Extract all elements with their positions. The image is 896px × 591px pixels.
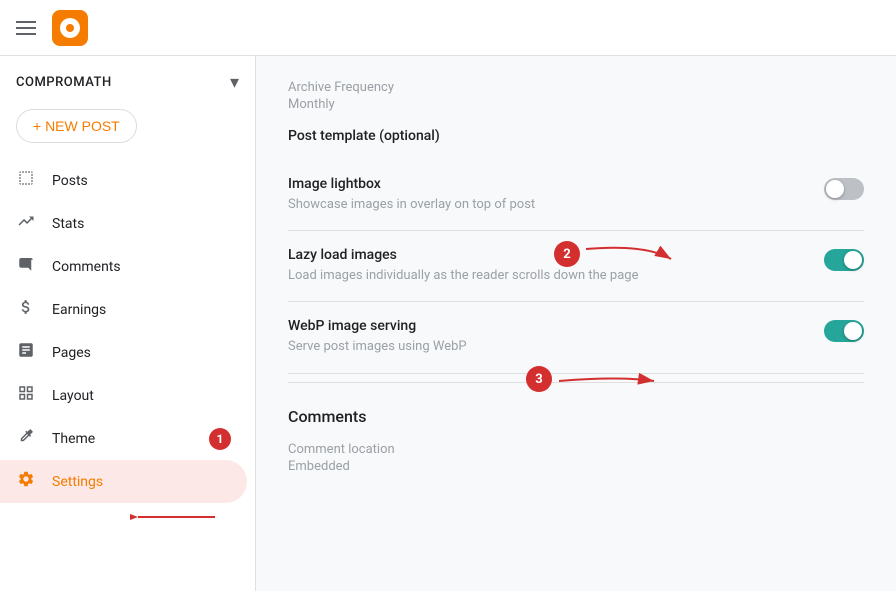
stats-label: Stats [52,216,84,232]
image-lightbox-desc: Showcase images in overlay on top of pos… [288,196,800,214]
webp-toggle[interactable] [824,320,864,342]
earnings-icon [16,298,36,321]
image-lightbox-slider [824,178,864,200]
webp-title: WebP image serving [288,318,800,334]
post-template-label: Post template (optional) [288,128,864,144]
nav-comments[interactable]: Comments [0,245,247,288]
main-layout: COMPROMATH ▾ + NEW POST Posts Stats Comm… [0,56,896,591]
image-lightbox-title: Image lightbox [288,176,800,192]
stats-icon [16,212,36,235]
new-post-button[interactable]: + NEW POST [16,109,137,143]
lazy-load-desc: Load images individually as the reader s… [288,267,800,285]
lazy-load-info: Lazy load images Load images individuall… [288,247,824,285]
webp-desc: Serve post images using WebP [288,338,800,356]
comment-location-value: Embedded [288,459,864,474]
dropdown-arrow-icon: ▾ [230,72,239,93]
image-lightbox-row: Image lightbox Showcase images in overla… [288,160,864,231]
content-area: Archive Frequency Monthly Post template … [256,56,896,591]
comment-location-section: Comment location Embedded [288,442,864,474]
blog-name: COMPROMATH [16,75,230,90]
image-lightbox-info: Image lightbox Showcase images in overla… [288,176,824,214]
hamburger-menu[interactable] [16,21,36,35]
nav-stats[interactable]: Stats [0,202,247,245]
blogger-logo [52,10,88,46]
nav-layout[interactable]: Layout [0,374,247,417]
comments-icon [16,255,36,278]
archive-frequency-label: Archive Frequency [288,80,864,95]
theme-label: Theme [52,431,95,447]
pages-icon [16,341,36,364]
layout-icon [16,384,36,407]
webp-row: WebP image serving Serve post images usi… [288,302,864,373]
layout-label: Layout [52,388,94,404]
settings-label: Settings [52,474,103,490]
nav-pages[interactable]: Pages [0,331,247,374]
posts-icon [16,169,36,192]
logo-inner [60,18,80,38]
archive-frequency-section: Archive Frequency Monthly [288,80,864,112]
lazy-load-row: Lazy load images Load images individuall… [288,231,864,302]
lazy-load-toggle[interactable] [824,249,864,271]
pages-label: Pages [52,345,91,361]
settings-icon [16,470,36,493]
lazy-load-slider [824,249,864,271]
webp-slider [824,320,864,342]
sidebar: COMPROMATH ▾ + NEW POST Posts Stats Comm… [0,56,256,591]
nav-theme[interactable]: Theme 1 [0,417,247,460]
theme-badge: 1 [209,428,231,450]
blog-selector[interactable]: COMPROMATH ▾ [0,56,255,101]
webp-info: WebP image serving Serve post images usi… [288,318,824,356]
divider [288,382,864,383]
theme-icon [16,427,36,450]
nav-posts[interactable]: Posts [0,159,247,202]
nav-settings[interactable]: Settings [0,460,247,503]
earnings-label: Earnings [52,302,106,318]
comments-label: Comments [52,259,121,275]
nav-earnings[interactable]: Earnings [0,288,247,331]
comment-location-label: Comment location [288,442,864,457]
lazy-load-title: Lazy load images [288,247,800,263]
comments-section-title: Comments [288,407,864,426]
archive-frequency-value: Monthly [288,97,864,112]
posts-label: Posts [52,173,88,189]
top-bar [0,0,896,56]
image-lightbox-toggle[interactable] [824,178,864,200]
